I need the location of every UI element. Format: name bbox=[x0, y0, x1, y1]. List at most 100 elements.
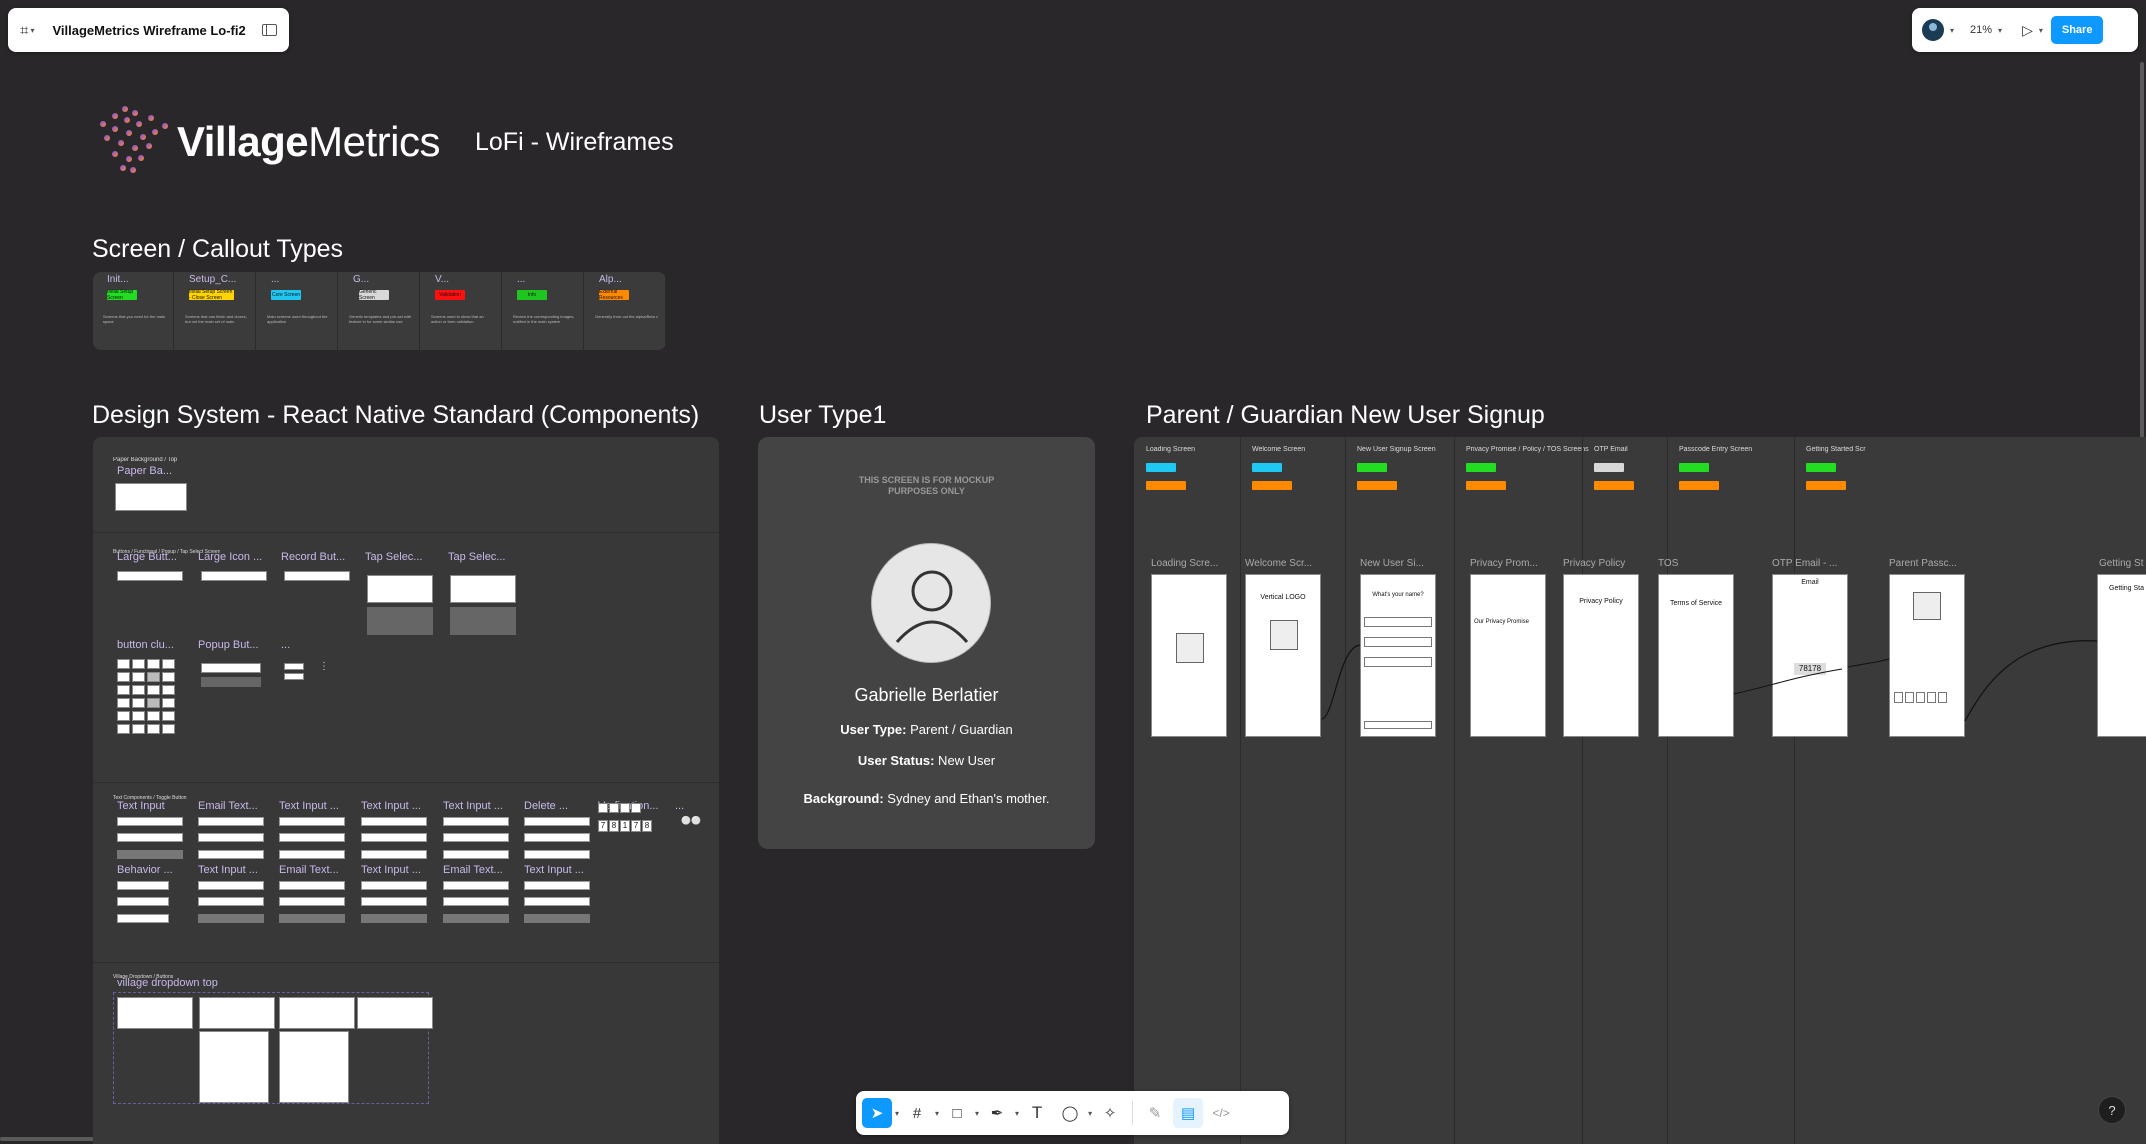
logo-mark-icon bbox=[100, 106, 168, 173]
text-input-state[interactable] bbox=[524, 850, 590, 859]
chevron-down-icon[interactable]: ▾ bbox=[30, 26, 34, 35]
text-input-state[interactable] bbox=[524, 833, 590, 842]
dev-mode-icon[interactable]: </> bbox=[1206, 1098, 1236, 1128]
user-type-card[interactable]: THIS SCREEN IS FOR MOCKUP PURPOSES ONLY … bbox=[758, 437, 1095, 849]
share-button[interactable]: Share bbox=[2050, 16, 2104, 44]
text-input-state[interactable] bbox=[198, 817, 264, 826]
component-name[interactable]: Text Input ... bbox=[361, 800, 437, 812]
component-name[interactable]: Text Input bbox=[117, 800, 193, 812]
chevron-down-icon[interactable]: ▾ bbox=[1015, 1109, 1019, 1118]
sidebar-toggle-icon[interactable] bbox=[262, 24, 277, 36]
text-input-state[interactable] bbox=[443, 817, 509, 826]
component-name[interactable]: Email Text... bbox=[279, 864, 355, 876]
text-input-state[interactable] bbox=[524, 897, 590, 906]
figma-menu-icon[interactable]: ⌗ bbox=[20, 22, 28, 39]
chevron-down-icon[interactable]: ▾ bbox=[1998, 26, 2002, 35]
frame-tool-icon[interactable]: # bbox=[902, 1098, 932, 1128]
text-input-state[interactable] bbox=[361, 850, 427, 859]
callout-column[interactable]: V... Validation Screens used to show tha… bbox=[421, 272, 502, 350]
text-input-state[interactable] bbox=[117, 817, 183, 826]
text-input-state[interactable] bbox=[198, 914, 264, 923]
verification-digit[interactable]: 7 bbox=[631, 820, 641, 832]
callout-column[interactable]: ... Core Screen Main screens used throug… bbox=[257, 272, 338, 350]
component-name[interactable]: Text Input ... bbox=[279, 800, 355, 812]
callout-column[interactable]: Init... Initial Setup Screen Screens tha… bbox=[93, 272, 174, 350]
verification-digit[interactable]: 7 bbox=[598, 820, 608, 832]
text-input-state[interactable] bbox=[117, 850, 183, 859]
text-input-state[interactable] bbox=[198, 881, 264, 890]
callout-tag: External Resources bbox=[599, 289, 629, 301]
pen-tool-icon[interactable]: ✒ bbox=[982, 1098, 1012, 1128]
text-input-state[interactable] bbox=[279, 897, 345, 906]
file-panel: ⌗ ▾ VillageMetrics Wireframe Lo-fi2 bbox=[8, 8, 289, 52]
text-input-state[interactable] bbox=[117, 881, 169, 890]
callout-column[interactable]: Setup_C... Initial Setup Screen - Close … bbox=[175, 272, 256, 350]
user-bg-value: Sydney and Ethan's mother. bbox=[883, 791, 1050, 806]
chevron-down-icon[interactable]: ▾ bbox=[975, 1109, 979, 1118]
user-status-value: New User bbox=[934, 753, 996, 768]
text-input-state[interactable] bbox=[361, 914, 427, 923]
chevron-down-icon[interactable]: ▾ bbox=[935, 1109, 939, 1118]
zoom-level[interactable]: 21% bbox=[1970, 24, 1992, 36]
toggle-switch-icon[interactable]: ⚪⚪ bbox=[681, 817, 701, 833]
text-input-state[interactable] bbox=[443, 914, 509, 923]
component-name[interactable]: Text Input ... bbox=[198, 864, 274, 876]
text-input-state[interactable] bbox=[117, 897, 169, 906]
text-input-state[interactable] bbox=[117, 833, 183, 842]
component-name[interactable]: village dropdown top bbox=[117, 977, 218, 989]
chevron-down-icon[interactable]: ▾ bbox=[1088, 1109, 1092, 1118]
draw-mode-icon[interactable]: ✎ bbox=[1140, 1098, 1170, 1128]
text-input-state[interactable] bbox=[279, 881, 345, 890]
comment-tool-icon[interactable]: ◯ bbox=[1055, 1098, 1085, 1128]
text-tool-icon[interactable]: T bbox=[1022, 1098, 1052, 1128]
text-input-state[interactable] bbox=[361, 817, 427, 826]
verification-digit[interactable]: 1 bbox=[620, 820, 630, 832]
text-input-state[interactable] bbox=[198, 897, 264, 906]
component-name[interactable]: Email Text... bbox=[443, 864, 519, 876]
callout-column[interactable]: Alp... External Resources Generally from… bbox=[585, 272, 666, 350]
verification-digit[interactable]: 8 bbox=[609, 820, 619, 832]
callout-column[interactable]: ... Info Review the corresponding images… bbox=[503, 272, 584, 350]
rectangle-tool-icon[interactable]: □ bbox=[942, 1098, 972, 1128]
text-input-state[interactable] bbox=[524, 881, 590, 890]
design-system-frame[interactable]: Paper Background / Top Paper Ba... Butto… bbox=[93, 437, 719, 1144]
text-input-state[interactable] bbox=[361, 897, 427, 906]
move-tool-icon[interactable]: ➤ bbox=[862, 1098, 892, 1128]
chevron-down-icon[interactable]: ▾ bbox=[2039, 26, 2043, 35]
text-input-state[interactable] bbox=[279, 833, 345, 842]
text-input-state[interactable] bbox=[279, 850, 345, 859]
component-name[interactable]: Text Input ... bbox=[443, 800, 519, 812]
file-title[interactable]: VillageMetrics Wireframe Lo-fi2 bbox=[52, 23, 262, 38]
text-input-state[interactable] bbox=[524, 817, 590, 826]
component-name[interactable]: Text Input ... bbox=[361, 864, 437, 876]
callout-column[interactable]: G... Generic Screen Generic templates an… bbox=[339, 272, 420, 350]
play-icon[interactable]: ▷ bbox=[2022, 22, 2033, 39]
actions-icon[interactable]: ✧ bbox=[1095, 1098, 1125, 1128]
chevron-down-icon[interactable]: ▾ bbox=[895, 1109, 899, 1118]
text-input-state[interactable] bbox=[279, 914, 345, 923]
component-name[interactable]: ... bbox=[675, 800, 695, 812]
component-name[interactable]: Delete ... bbox=[524, 800, 600, 812]
text-input-state[interactable] bbox=[117, 914, 169, 923]
text-input-state[interactable] bbox=[443, 833, 509, 842]
text-input-state[interactable] bbox=[443, 850, 509, 859]
text-input-state[interactable] bbox=[198, 833, 264, 842]
design-mode-icon[interactable]: ▤ bbox=[1173, 1098, 1204, 1128]
callout-types-frame[interactable]: Init... Initial Setup Screen Screens tha… bbox=[93, 272, 666, 350]
text-input-state[interactable] bbox=[198, 850, 264, 859]
component-name[interactable]: Text Input ... bbox=[524, 864, 600, 876]
text-input-state[interactable] bbox=[279, 817, 345, 826]
text-input-state[interactable] bbox=[361, 881, 427, 890]
text-input-state[interactable] bbox=[443, 881, 509, 890]
component-name[interactable]: Email Text... bbox=[198, 800, 274, 812]
text-input-state[interactable] bbox=[361, 833, 427, 842]
avatar[interactable] bbox=[1922, 19, 1944, 41]
text-input-state[interactable] bbox=[443, 897, 509, 906]
signup-flow-frame[interactable]: Loading Screen Welcome Screen New User Sig… bbox=[1134, 437, 2146, 1144]
chevron-down-icon[interactable]: ▾ bbox=[1950, 26, 1954, 35]
help-button[interactable]: ? bbox=[2098, 1096, 2126, 1124]
verification-digit[interactable]: 8 bbox=[642, 820, 652, 832]
component-name[interactable]: Behavior ... bbox=[117, 864, 193, 876]
callout-desc: Screens used to show that an action or f… bbox=[431, 314, 484, 324]
text-input-state[interactable] bbox=[524, 914, 590, 923]
